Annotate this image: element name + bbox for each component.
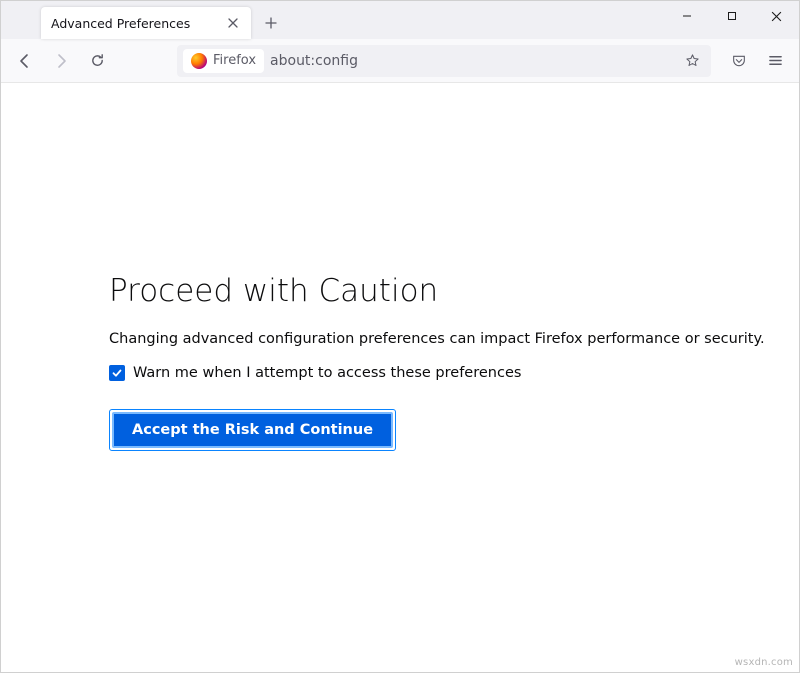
app-menu-button[interactable]: [759, 45, 791, 77]
address-bar[interactable]: Firefox about:config: [177, 45, 711, 77]
accept-risk-button[interactable]: Accept the Risk and Continue: [112, 412, 393, 448]
url-text: about:config: [270, 53, 358, 69]
back-button[interactable]: [9, 45, 41, 77]
warn-checkbox-label[interactable]: Warn me when I attempt to access these p…: [133, 365, 521, 381]
warn-checkbox-row: Warn me when I attempt to access these p…: [109, 365, 799, 381]
close-window-button[interactable]: [754, 1, 799, 31]
tab-title: Advanced Preferences: [51, 16, 190, 31]
pocket-button[interactable]: [723, 45, 755, 77]
accept-button-focus-ring: Accept the Risk and Continue: [109, 409, 396, 451]
reload-button[interactable]: [81, 45, 113, 77]
minimize-button[interactable]: [664, 1, 709, 31]
page-description: Changing advanced configuration preferen…: [109, 331, 799, 347]
watermark: wsxdn.com: [735, 657, 793, 668]
firefox-logo-icon: [191, 53, 207, 69]
site-identity[interactable]: Firefox: [183, 49, 264, 73]
window-controls: [664, 1, 799, 31]
new-tab-button[interactable]: [257, 9, 285, 37]
tab-advanced-preferences[interactable]: Advanced Preferences: [41, 7, 251, 39]
maximize-button[interactable]: [709, 1, 754, 31]
close-tab-icon[interactable]: [225, 15, 241, 31]
page-content: Proceed with Caution Changing advanced c…: [1, 83, 799, 672]
tab-strip: Advanced Preferences: [1, 1, 799, 39]
bookmark-star-icon[interactable]: [679, 45, 705, 77]
page-heading: Proceed with Caution: [109, 273, 799, 309]
identity-label: Firefox: [213, 53, 256, 68]
browser-window: Advanced Preferences: [0, 0, 800, 673]
forward-button[interactable]: [45, 45, 77, 77]
navigation-toolbar: Firefox about:config: [1, 39, 799, 83]
warn-checkbox[interactable]: [109, 365, 125, 381]
